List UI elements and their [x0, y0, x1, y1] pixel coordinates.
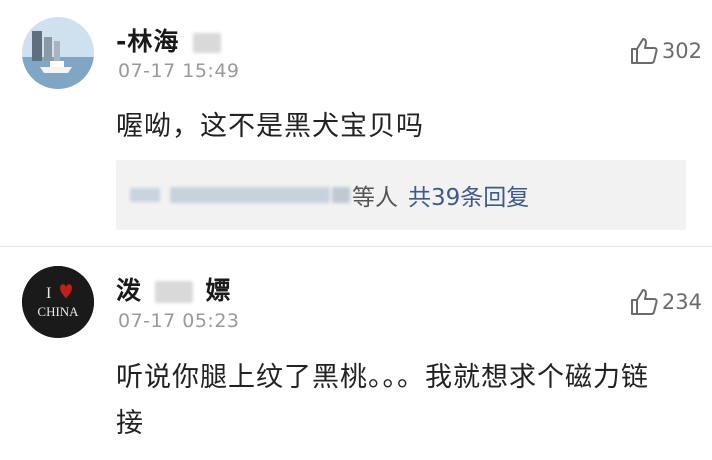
comment-text: 喔呦，这不是黑犬宝贝吗 [116, 111, 424, 142]
thumbs-up-icon [630, 289, 658, 315]
like-button[interactable]: 234 [628, 286, 702, 318]
replies-preview[interactable]: 等人 共39条回复 [116, 160, 686, 230]
svg-text:CHINA: CHINA [37, 304, 79, 319]
avatar-logo: I CHINA [22, 266, 94, 338]
commenter-name-text: 泼 [116, 276, 143, 305]
blurred-replier [332, 187, 350, 203]
blurred-name-part [193, 33, 222, 53]
replies-count-link[interactable]: 共39条回复 [408, 178, 529, 212]
replies-suffix: 等人 [352, 185, 398, 211]
like-button[interactable]: 302 [628, 35, 702, 67]
commenter-name-text: -林海 [116, 27, 180, 56]
commenter-name[interactable]: -林海 [116, 22, 222, 58]
comment-item: -林海 07-17 15:49 302 喔呦，这不是黑犬宝贝吗 等人 共39条回… [0, 0, 712, 246]
blurred-name-part [154, 281, 193, 303]
avatar-photo-icon [22, 17, 94, 89]
avatar[interactable]: I CHINA [22, 266, 94, 338]
like-count: 234 [661, 290, 702, 314]
comment-text: 听说你腿上纹了黑桃。。。我就想求个磁力链接 [116, 362, 649, 439]
replies-summary: 等人 共39条回复 [130, 160, 529, 230]
svg-text:I: I [46, 285, 51, 302]
thumbs-up-icon [630, 38, 658, 64]
commenter-name-text: 嫖 [205, 276, 232, 305]
avatar[interactable] [22, 17, 94, 89]
comment-time: 07-17 05:23 [118, 310, 240, 332]
like-count: 302 [661, 39, 702, 63]
blurred-replier [170, 187, 330, 203]
comment-time: 07-17 15:49 [118, 60, 240, 82]
blurred-replier [130, 188, 160, 202]
commenter-name[interactable]: 泼 嫖 [116, 271, 231, 307]
